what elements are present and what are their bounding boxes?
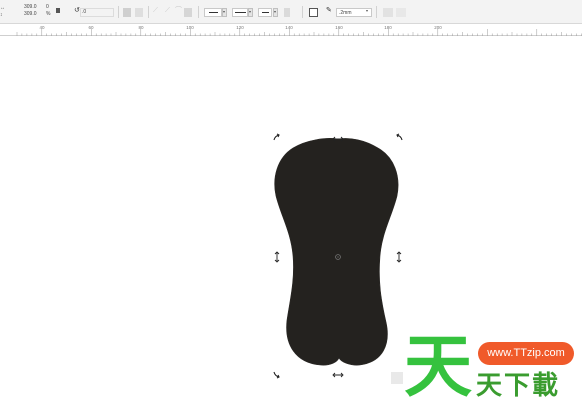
chevron-down-icon[interactable] [222,8,227,17]
mirror-horizontal-button[interactable] [123,8,131,17]
ruler-label: 160 [335,25,343,30]
convert-outline-button[interactable] [396,8,406,17]
ruler-label: 60 [88,25,94,30]
watermark-logo-char: 天 [404,328,473,407]
scale-y-field[interactable]: % [46,11,50,17]
ruler-label: 120 [236,25,244,30]
rotate-handle-top-left[interactable] [273,133,280,141]
chevron-down-icon[interactable] [366,8,371,17]
convert-to-curves-button[interactable] [383,8,393,17]
wrap-text-button[interactable] [184,8,192,17]
ruler-label: 200 [434,25,442,30]
rotation-icon: ↺ [74,7,80,14]
separator [302,6,303,18]
coreldraw-window: ↔ ↕ 309.0 309.0 0 % ↺ .0 ⟋ ⟋ ⌒ ✎ .2mm 40… [0,0,582,411]
start-arrowhead-select[interactable] [204,8,222,17]
line-icon [209,12,218,13]
chevron-down-icon[interactable] [273,8,278,17]
line-style-select[interactable] [232,8,248,17]
ruler-label: 100 [186,25,194,30]
skew-handle-right[interactable] [396,251,402,263]
line-icon [235,12,246,13]
separator [376,6,377,18]
bone-shape[interactable] [274,138,399,366]
swap-arrows-button[interactable] [284,8,290,17]
node-tool-icon[interactable]: ⌒ [175,7,182,14]
end-arrowhead-select[interactable] [258,8,272,17]
pen-icon: ✎ [326,7,332,14]
rotation-input[interactable] [80,8,114,17]
outline-pen-button[interactable] [309,8,318,17]
height-field[interactable]: 309.0 [24,11,37,17]
chevron-down-icon[interactable] [248,8,253,17]
scale-x-field[interactable]: 0 [46,4,49,10]
watermark-title: 天下載 [476,371,561,401]
node-tool-icon[interactable]: ⟋ [153,7,158,14]
ruler-label: 140 [285,25,293,30]
site-watermark: 天 www.TTzip.com 天下載 [392,330,582,411]
rotate-handle-top-right[interactable] [396,133,403,141]
property-bar: ↔ ↕ 309.0 309.0 0 % ↺ .0 ⟋ ⟋ ⌒ ✎ .2mm [0,0,582,24]
lock-ratio-icon[interactable] [56,8,60,13]
skew-handle-bottom[interactable] [332,372,344,378]
ruler-label: 80 [138,25,144,30]
skew-handle-left[interactable] [274,251,280,263]
ruler-label: 180 [384,25,392,30]
height-unit-icon: ↕ [0,12,3,18]
width-field[interactable]: 309.0 [24,4,37,10]
center-dot [337,256,339,258]
watermark-url: www.TTzip.com [478,342,574,365]
rotate-handle-bottom-left[interactable] [273,371,280,379]
mirror-vertical-button[interactable] [135,8,143,17]
width-unit-icon: ↔ [0,5,5,11]
separator [118,6,119,18]
ruler-label: 40 [39,25,45,30]
line-icon [262,12,269,13]
horizontal-ruler[interactable]: 40 60 80 100 120 140 160 180 200 [0,24,582,36]
separator [148,6,149,18]
node-tool-icon[interactable]: ⟋ [165,7,170,14]
separator [198,6,199,18]
outline-width-value: .2mm [339,10,352,16]
